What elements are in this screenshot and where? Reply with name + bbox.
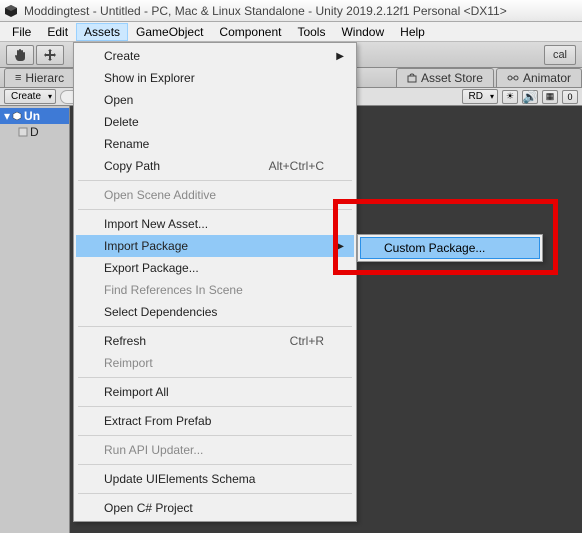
rd-dropdown[interactable]: RD bbox=[462, 89, 498, 104]
menu-item-open-c-project[interactable]: Open C# Project bbox=[76, 497, 354, 519]
asset-store-label: Asset Store bbox=[421, 71, 483, 85]
toolbar-right-button[interactable]: cal bbox=[544, 45, 576, 65]
menu-item-create[interactable]: Create ▶ bbox=[76, 45, 354, 67]
menu-item-open-scene-additive: Open Scene Additive bbox=[76, 184, 354, 206]
gameobject-icon bbox=[18, 127, 28, 137]
light-icon[interactable]: ☀ bbox=[502, 90, 518, 104]
menu-label: Open Scene Additive bbox=[104, 188, 216, 202]
menu-label: Rename bbox=[104, 137, 149, 151]
menu-item-select-dependencies[interactable]: Select Dependencies bbox=[76, 301, 354, 323]
menu-separator bbox=[78, 464, 352, 465]
custom-package-item[interactable]: Custom Package... bbox=[360, 237, 540, 259]
menu-separator bbox=[78, 377, 352, 378]
window-title: Moddingtest - Untitled - PC, Mac & Linux… bbox=[24, 4, 507, 18]
menu-label: Reimport All bbox=[104, 385, 169, 399]
menu-label: Create bbox=[104, 49, 140, 63]
bag-icon bbox=[407, 73, 417, 83]
custom-package-label: Custom Package... bbox=[384, 241, 485, 255]
menu-item-export-package[interactable]: Export Package... bbox=[76, 257, 354, 279]
menu-label: Delete bbox=[104, 115, 139, 129]
hand-tool-button[interactable] bbox=[6, 45, 34, 65]
hierarchy-scene-item[interactable]: ▾ Un bbox=[0, 108, 69, 124]
hierarchy-child-item[interactable]: D bbox=[0, 124, 69, 140]
menu-tools[interactable]: Tools bbox=[289, 23, 333, 41]
menu-item-import-new-asset[interactable]: Import New Asset... bbox=[76, 213, 354, 235]
animator-tab[interactable]: Animator bbox=[496, 68, 582, 87]
menu-item-run-api-updater: Run API Updater... bbox=[76, 439, 354, 461]
hierarchy-tab[interactable]: ≡Hierarc bbox=[4, 68, 75, 87]
move-tool-button[interactable] bbox=[36, 45, 64, 65]
menu-item-reimport-all[interactable]: Reimport All bbox=[76, 381, 354, 403]
menu-item-rename[interactable]: Rename bbox=[76, 133, 354, 155]
menu-item-reimport: Reimport bbox=[76, 352, 354, 374]
menu-label: Refresh bbox=[104, 334, 146, 348]
audio-icon[interactable]: 🔊 bbox=[522, 90, 538, 104]
menu-item-extract-from-prefab[interactable]: Extract From Prefab bbox=[76, 410, 354, 432]
menu-item-refresh[interactable]: Refresh Ctrl+R bbox=[76, 330, 354, 352]
menu-separator bbox=[78, 493, 352, 494]
menu-item-copy-path[interactable]: Copy Path Alt+Ctrl+C bbox=[76, 155, 354, 177]
asset-store-tab[interactable]: Asset Store bbox=[396, 68, 494, 87]
menu-item-delete[interactable]: Delete bbox=[76, 111, 354, 133]
menu-label: Find References In Scene bbox=[104, 283, 243, 297]
menu-separator bbox=[78, 326, 352, 327]
hierarchy-tab-label: Hierarc bbox=[25, 71, 64, 85]
menu-label: Open bbox=[104, 93, 133, 107]
animator-label: Animator bbox=[523, 71, 571, 85]
gameobject-name: D bbox=[30, 125, 39, 139]
hierarchy-panel: ▾ Un D bbox=[0, 106, 70, 533]
unity-logo-icon bbox=[4, 3, 20, 19]
animator-icon bbox=[507, 73, 519, 83]
menu-label: Update UIElements Schema bbox=[104, 472, 255, 486]
menu-separator bbox=[78, 406, 352, 407]
menu-assets[interactable]: Assets bbox=[76, 23, 128, 41]
menu-separator bbox=[78, 180, 352, 181]
menu-component[interactable]: Component bbox=[211, 23, 289, 41]
menu-bar: File Edit Assets GameObject Component To… bbox=[0, 22, 582, 42]
menu-item-find-references-in-scene: Find References In Scene bbox=[76, 279, 354, 301]
menu-file[interactable]: File bbox=[4, 23, 39, 41]
assets-dropdown-menu: Create ▶ Show in Explorer Open Delete Rename C… bbox=[73, 42, 357, 522]
scene-name: Un bbox=[24, 109, 40, 123]
menu-item-import-package[interactable]: Import Package ▶ bbox=[76, 235, 354, 257]
menu-label: Export Package... bbox=[104, 261, 199, 275]
menu-label: Show in Explorer bbox=[104, 71, 195, 85]
menu-separator bbox=[78, 209, 352, 210]
import-package-submenu: Custom Package... bbox=[357, 234, 543, 262]
menu-shortcut: Alt+Ctrl+C bbox=[269, 159, 324, 173]
unity-scene-icon bbox=[12, 111, 22, 121]
menu-separator bbox=[78, 435, 352, 436]
menu-label: Extract From Prefab bbox=[104, 414, 211, 428]
menu-shortcut: Ctrl+R bbox=[290, 334, 324, 348]
create-dropdown[interactable]: Create bbox=[4, 89, 56, 104]
menu-label: Copy Path bbox=[104, 159, 160, 173]
menu-label: Import New Asset... bbox=[104, 217, 208, 231]
fx-icon[interactable]: ▦ bbox=[542, 90, 558, 104]
menu-help[interactable]: Help bbox=[392, 23, 433, 41]
menu-edit[interactable]: Edit bbox=[39, 23, 76, 41]
menu-label: Select Dependencies bbox=[104, 305, 217, 319]
menu-item-open[interactable]: Open bbox=[76, 89, 354, 111]
menu-item-show-in-explorer[interactable]: Show in Explorer bbox=[76, 67, 354, 89]
menu-label: Run API Updater... bbox=[104, 443, 203, 457]
submenu-arrow-icon: ▶ bbox=[336, 51, 344, 62]
menu-item-update-uielements-schema[interactable]: Update UIElements Schema bbox=[76, 468, 354, 490]
menu-label: Import Package bbox=[104, 239, 188, 253]
menu-window[interactable]: Window bbox=[333, 23, 392, 41]
menu-gameobject[interactable]: GameObject bbox=[128, 23, 211, 41]
chevron-down-icon: ▾ bbox=[4, 109, 10, 123]
submenu-arrow-icon: ▶ bbox=[336, 241, 344, 252]
title-bar: Moddingtest - Untitled - PC, Mac & Linux… bbox=[0, 0, 582, 22]
menu-label: Reimport bbox=[104, 356, 153, 370]
gizmo-count[interactable]: 0 bbox=[562, 90, 578, 104]
menu-label: Open C# Project bbox=[104, 501, 193, 515]
